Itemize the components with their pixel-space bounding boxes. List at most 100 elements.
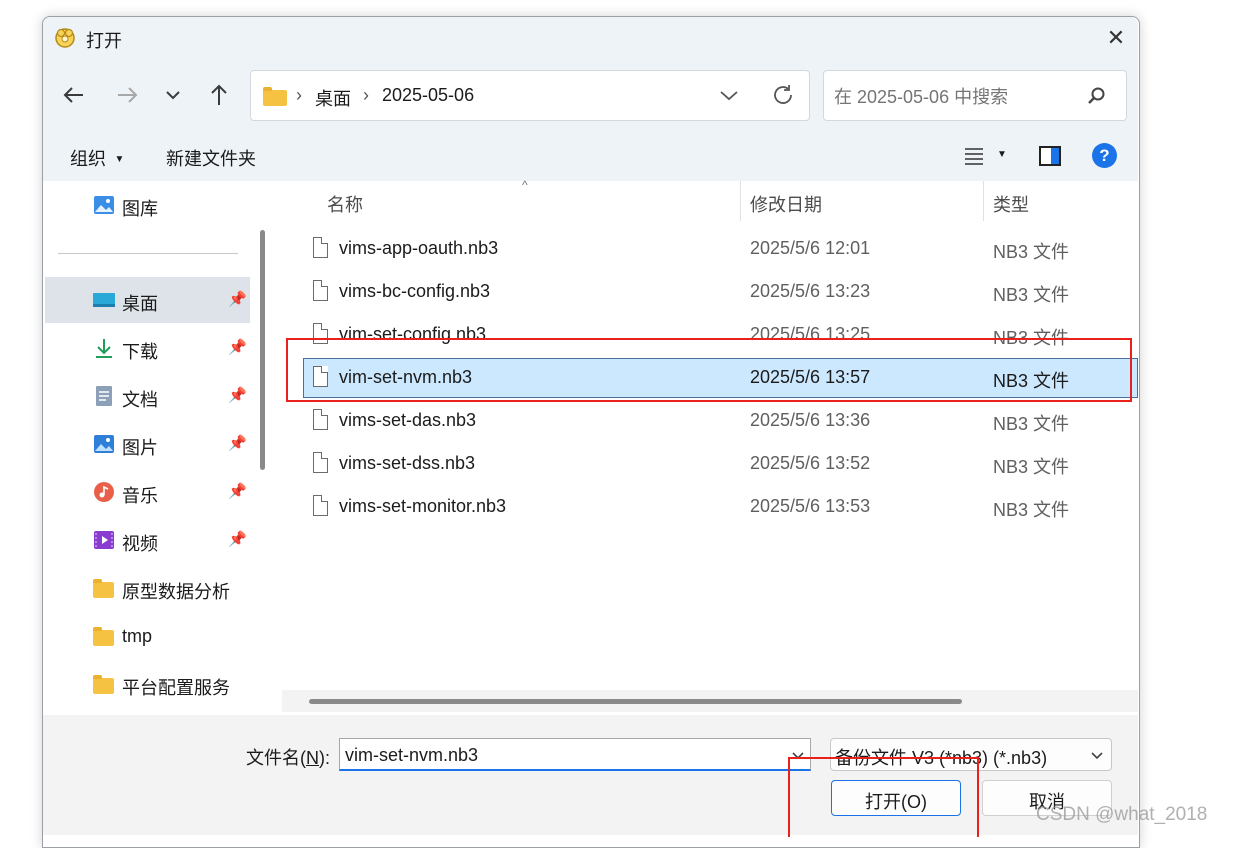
folder-icon — [93, 673, 115, 695]
file-modified: 2025/5/6 13:52 — [750, 453, 871, 473]
pin-icon: 📌 — [228, 387, 247, 404]
forward-button[interactable] — [112, 80, 142, 110]
watermark: CSDN @what_2018 — [1036, 804, 1208, 825]
search-icon — [1085, 84, 1109, 108]
chevron-down-icon — [1091, 752, 1103, 760]
help-icon: ? — [1099, 146, 1110, 165]
title-bar — [43, 17, 1138, 61]
download-icon — [93, 337, 115, 359]
nav-divider — [58, 253, 238, 254]
file-name: vims-app-oauth.nb3 — [339, 238, 499, 258]
refresh-icon — [774, 85, 792, 104]
column-header-type[interactable]: 类型 — [993, 191, 1029, 217]
sidebar-item-folder[interactable]: 原型数据分析 — [45, 565, 250, 611]
sidebar-item-gallery[interactable]: 图库 — [45, 182, 250, 228]
sidebar-item-pictures[interactable]: 图片 📌 — [45, 421, 250, 467]
breadcrumb-current-folder[interactable]: 2025-05-06 — [382, 85, 474, 106]
file-row[interactable]: vims-set-das.nb3 2025/5/6 13:36 NB3 文件 — [303, 401, 1138, 441]
sidebar-item-label: 视频 — [122, 534, 158, 554]
file-type: NB3 文件 — [993, 500, 1070, 520]
sidebar-item-desktop[interactable]: 桌面 📌 — [45, 277, 250, 323]
file-icon — [313, 237, 328, 258]
sidebar-item-label: 平台配置服务 — [122, 678, 230, 698]
up-button[interactable] — [204, 80, 234, 110]
file-name: vims-bc-config.nb3 — [339, 281, 491, 301]
column-header-name[interactable]: 名称 — [327, 191, 363, 217]
annotation-highlight-selected-file — [286, 338, 1132, 402]
chevron-down-icon — [720, 91, 738, 101]
preview-pane-icon — [1039, 146, 1061, 166]
view-options-button[interactable]: ▼ — [962, 143, 1010, 169]
nav-scrollbar[interactable] — [260, 230, 265, 470]
sidebar-item-label: 下载 — [122, 342, 158, 362]
file-name: vims-set-monitor.nb3 — [339, 496, 507, 516]
arrow-right-icon — [118, 87, 138, 103]
sidebar-item-folder[interactable]: tmp — [45, 613, 250, 659]
column-divider — [983, 181, 984, 221]
close-icon: ✕ — [1106, 25, 1126, 50]
sidebar-item-label: 文档 — [122, 390, 158, 410]
sidebar-item-downloads[interactable]: 下载 📌 — [45, 325, 250, 371]
horizontal-scrollbar-thumb[interactable] — [309, 699, 962, 704]
file-row[interactable]: vims-bc-config.nb3 2025/5/6 13:23 NB3 文件 — [303, 272, 1138, 312]
sort-ascending-icon: ^ — [522, 178, 528, 192]
filename-combobox[interactable] — [339, 738, 811, 771]
chevron-down-icon: ▼ — [997, 149, 1007, 160]
back-button[interactable] — [59, 80, 89, 110]
breadcrumb-desktop[interactable]: 桌面 — [315, 85, 351, 111]
column-header-modified[interactable]: 修改日期 — [750, 191, 822, 217]
video-icon — [93, 529, 115, 551]
chevron-down-icon: ▼ — [114, 154, 125, 165]
sidebar-item-music[interactable]: 音乐 📌 — [45, 469, 250, 515]
sidebar-item-label: 原型数据分析 — [122, 582, 230, 602]
sidebar-item-label: 图库 — [122, 199, 158, 219]
file-type: NB3 文件 — [993, 285, 1070, 305]
file-row[interactable]: vims-set-monitor.nb3 2025/5/6 13:53 NB3 … — [303, 487, 1138, 527]
refresh-button[interactable] — [768, 80, 798, 110]
list-view-icon — [965, 148, 983, 165]
help-button[interactable]: ? — [1092, 143, 1117, 168]
arrow-up-icon — [211, 84, 227, 105]
file-type: NB3 文件 — [993, 457, 1070, 477]
breadcrumb-separator: › — [296, 85, 302, 105]
file-row[interactable]: vims-set-dss.nb3 2025/5/6 13:52 NB3 文件 — [303, 444, 1138, 484]
file-icon — [313, 409, 328, 430]
pin-icon: 📌 — [228, 435, 247, 452]
file-row[interactable]: vims-app-oauth.nb3 2025/5/6 12:01 NB3 文件 — [303, 229, 1138, 269]
preview-pane-button[interactable] — [1038, 144, 1062, 168]
breadcrumb-separator: › — [363, 85, 369, 105]
organize-label: 组织 — [70, 149, 106, 169]
desktop-icon — [93, 289, 115, 311]
close-button[interactable]: ✕ — [1098, 20, 1134, 56]
sidebar-item-videos[interactable]: 视频 📌 — [45, 517, 250, 563]
sidebar-item-label: tmp — [122, 626, 153, 646]
file-type: NB3 文件 — [993, 414, 1070, 434]
address-history-button[interactable] — [714, 80, 744, 110]
file-modified: 2025/5/6 13:23 — [750, 281, 871, 301]
folder-icon — [93, 577, 115, 599]
pin-icon: 📌 — [228, 483, 247, 500]
file-name: vims-set-dss.nb3 — [339, 453, 476, 473]
sidebar-item-folder[interactable]: 平台配置服务 — [45, 661, 250, 707]
window-title: 打开 — [86, 31, 122, 51]
filename-label: 文件名(N): — [246, 748, 330, 768]
pin-icon: 📌 — [228, 531, 247, 548]
file-icon — [313, 280, 328, 301]
document-icon — [93, 385, 115, 407]
new-folder-button[interactable]: 新建文件夹 — [166, 145, 256, 171]
sidebar-item-documents[interactable]: 文档 📌 — [45, 373, 250, 419]
file-modified: 2025/5/6 13:36 — [750, 410, 871, 430]
pictures-icon — [93, 433, 115, 455]
address-folder-icon — [263, 87, 287, 106]
annotation-highlight-open-button — [788, 757, 979, 837]
pin-icon: 📌 — [228, 339, 247, 356]
organize-menu-button[interactable]: 组织 ▼ — [70, 145, 124, 171]
sidebar-item-label: 桌面 — [122, 294, 158, 314]
pin-icon: 📌 — [228, 291, 247, 308]
file-icon — [313, 452, 328, 473]
arrow-left-icon — [63, 87, 83, 103]
filename-input[interactable] — [343, 742, 777, 768]
search-input[interactable] — [832, 82, 1076, 112]
recent-locations-button[interactable] — [158, 80, 188, 110]
file-modified: 2025/5/6 13:53 — [750, 496, 871, 516]
